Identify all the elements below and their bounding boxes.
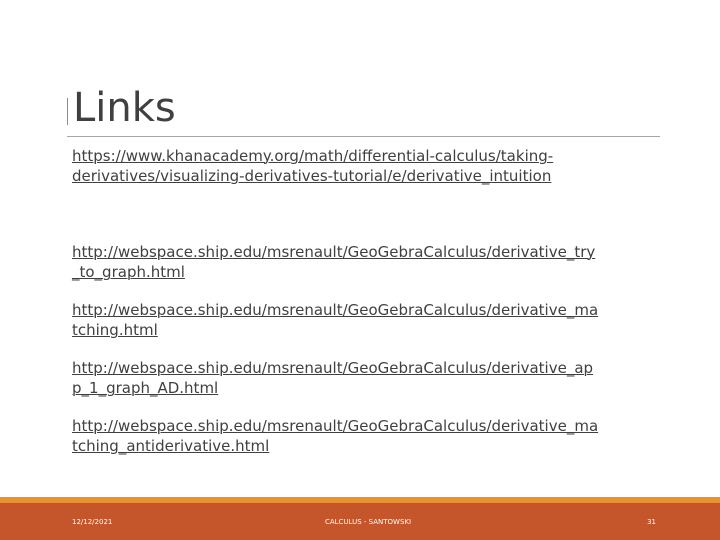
link-text-line: _to_graph.html	[72, 263, 185, 281]
link-text-line: http://webspace.ship.edu/msrenault/GeoGe…	[72, 301, 599, 319]
link-text-line: tching.html	[72, 321, 158, 339]
link-text-line: http://webspace.ship.edu/msrenault/GeoGe…	[72, 417, 599, 435]
link-derivative-app-1-graph-ad[interactable]: http://webspace.ship.edu/msrenault/GeoGe…	[72, 358, 593, 398]
link-text-line: derivatives/visualizing-derivatives-tuto…	[72, 167, 552, 185]
link-text-line: http://webspace.ship.edu/msrenault/GeoGe…	[72, 243, 596, 261]
link-derivative-matching-antiderivative[interactable]: http://webspace.ship.edu/msrenault/GeoGe…	[72, 416, 598, 456]
title-accent-line	[67, 98, 68, 125]
title-divider	[67, 136, 660, 137]
link-khanacademy[interactable]: https://www.khanacademy.org/math/differe…	[72, 146, 553, 186]
link-text-line: https://www.khanacademy.org/math/differe…	[72, 147, 554, 165]
link-text-line: p_1_graph_AD.html	[72, 379, 219, 397]
slide-number: 31	[647, 518, 656, 526]
link-derivative-try-to-graph[interactable]: http://webspace.ship.edu/msrenault/GeoGe…	[72, 242, 595, 282]
slide-title: Links	[73, 85, 176, 131]
link-text-line: tching_antiderivative.html	[72, 437, 270, 455]
link-derivative-matching[interactable]: http://webspace.ship.edu/msrenault/GeoGe…	[72, 300, 598, 340]
slide: Links https://www.khanacademy.org/math/d…	[0, 0, 720, 540]
link-text-line: http://webspace.ship.edu/msrenault/GeoGe…	[72, 359, 594, 377]
footer-title: CALCULUS - SANTOWSKI	[324, 518, 412, 526]
